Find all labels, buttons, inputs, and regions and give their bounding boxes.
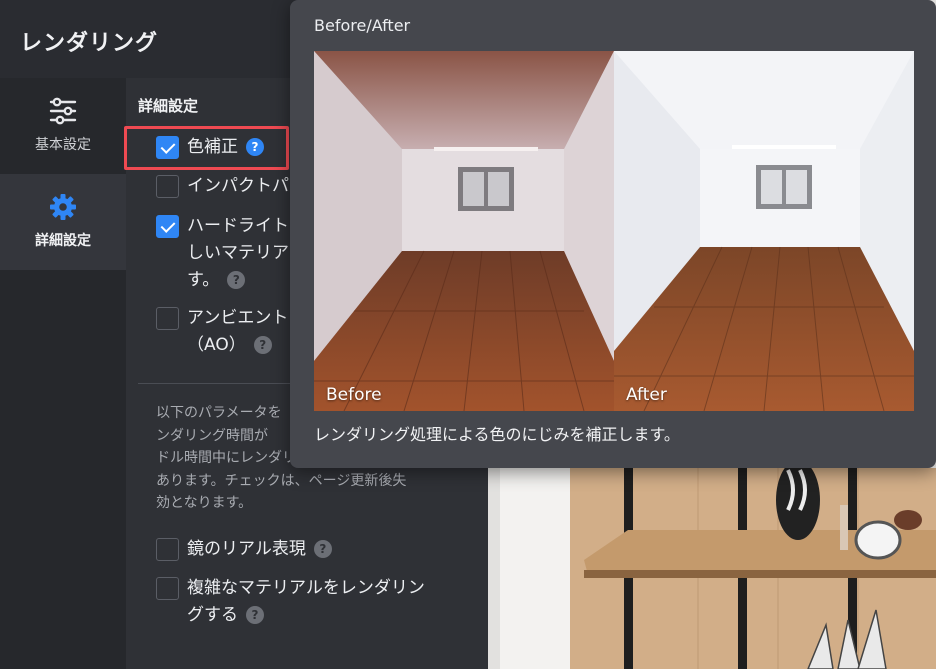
after-image: After [614, 51, 914, 411]
before-after-popover: Before/After Before After レンダリング処理による色のに… [290, 0, 936, 468]
option-label-line: す。 [187, 270, 220, 290]
option-label-line: 複雑なマテリアルをレンダリン [187, 578, 425, 598]
section-title: 詳細設定 [138, 97, 199, 115]
option-ambient-occlusion: アンビエント （AO）? [156, 307, 288, 359]
before-after-compare: Before After [314, 51, 914, 411]
help-icon[interactable]: ? [227, 271, 246, 289]
note-line: あります。チェックは、ページ更新後失 [156, 472, 407, 489]
complex-material-checkbox[interactable] [156, 577, 179, 600]
hard-light-checkbox[interactable] [156, 215, 179, 238]
help-icon[interactable]: ? [313, 540, 332, 558]
impact-checkbox[interactable] [156, 175, 179, 198]
before-image: Before [314, 51, 614, 411]
option-label-line: （AO） [187, 335, 246, 355]
gear-icon [50, 194, 76, 220]
after-label: After [626, 385, 667, 405]
option-label-line: ハードライト [187, 216, 289, 236]
note-line: 効となります。 [156, 495, 253, 511]
sidebar-item-label: 基本設定 [35, 137, 91, 153]
option-label-line: しいマテリア [187, 243, 289, 263]
sidebar-item-basic-settings[interactable]: 基本設定 [0, 78, 126, 174]
sidebar: 基本設定 詳細設定 [0, 78, 126, 669]
option-complex-material: 複雑なマテリアルをレンダリン グする? [156, 577, 425, 629]
option-label-line: グする [187, 605, 238, 625]
option-label-line: アンビエント [187, 308, 289, 328]
help-icon[interactable]: ? [246, 606, 264, 624]
option-impact: インパクトパ [156, 175, 289, 200]
help-icon[interactable]: ? [253, 336, 272, 354]
before-label: Before [326, 385, 382, 405]
panel-title: レンダリング [20, 31, 159, 56]
ambient-occlusion-checkbox[interactable] [156, 307, 179, 330]
option-realistic-mirror: 鏡のリアル表現? [156, 538, 332, 563]
highlight-box [124, 126, 289, 170]
sliders-icon [49, 97, 77, 125]
option-hard-light: ハードライト しいマテリア す。? [156, 215, 289, 294]
option-label: 鏡のリアル表現 [187, 539, 306, 559]
realistic-mirror-checkbox[interactable] [156, 538, 179, 561]
option-label: インパクトパ [187, 176, 289, 196]
popover-description: レンダリング処理による色のにじみを補正します。 [314, 425, 680, 444]
sidebar-item-advanced-settings[interactable]: 詳細設定 [0, 174, 126, 270]
popover-title: Before/After [314, 16, 411, 35]
sidebar-item-label: 詳細設定 [35, 233, 91, 249]
